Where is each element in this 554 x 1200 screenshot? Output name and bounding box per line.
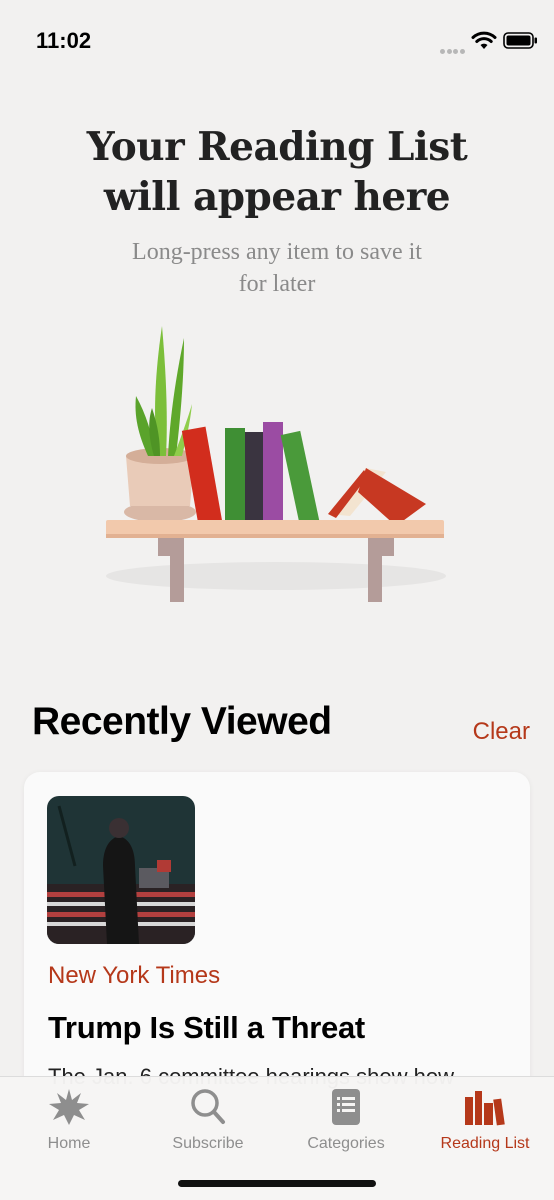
tab-categories[interactable]: Categories [277, 1087, 415, 1157]
status-bar: 11:02 [0, 0, 554, 80]
empty-state-title-line2: will appear here [103, 174, 451, 220]
tab-subscribe[interactable]: Subscribe [139, 1087, 277, 1157]
battery-icon [503, 32, 537, 49]
clear-button[interactable]: Clear [473, 718, 530, 746]
reading-list-screen: 11:02 Your Reading List will appear here… [0, 0, 554, 1200]
article-title: Trump Is Still a Threat [48, 1010, 365, 1045]
tab-categories-label: Categories [307, 1135, 385, 1152]
tab-subscribe-label: Subscribe [172, 1135, 244, 1152]
wifi-icon [471, 31, 497, 49]
article-source: New York Times [48, 962, 221, 989]
empty-state-title: Your Reading List will appear here [0, 122, 554, 222]
search-icon [191, 1089, 225, 1124]
home-star-icon [49, 1089, 89, 1125]
tab-reading-list[interactable]: Reading List [416, 1087, 554, 1157]
tab-reading-list-label: Reading List [440, 1135, 530, 1152]
tab-home-label: Home [47, 1135, 91, 1152]
categories-list-icon [332, 1089, 360, 1125]
empty-state-subtitle-line2: for later [238, 271, 316, 297]
empty-state-subtitle: Long-press any item to save it for later [80, 236, 474, 300]
home-indicator [178, 1180, 376, 1187]
recently-viewed-title: Recently Viewed [32, 700, 332, 743]
empty-state-subtitle-line1: Long-press any item to save it [132, 239, 422, 265]
status-time: 11:02 [36, 28, 92, 53]
bookshelf-illustration [106, 326, 446, 602]
article-thumbnail [47, 796, 195, 944]
tab-home[interactable]: Home [0, 1087, 138, 1157]
signal-icon [440, 41, 466, 54]
empty-state-title-line1: Your Reading List [86, 124, 468, 170]
reading-list-books-icon [465, 1091, 505, 1126]
